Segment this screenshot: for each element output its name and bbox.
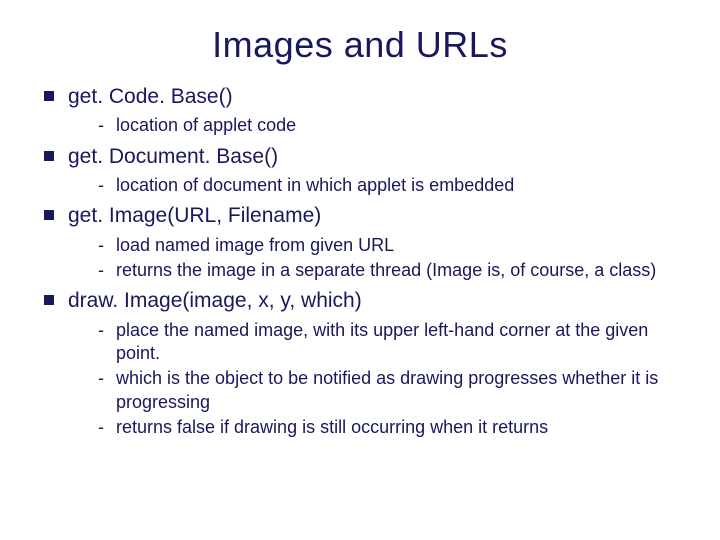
item-text: get. Document. Base() (68, 145, 278, 168)
sub-list: place the named image, with its upper le… (98, 319, 680, 440)
sub-item: location of applet code (98, 114, 680, 137)
bullet-list: get. Code. Base() location of applet cod… (40, 84, 680, 440)
sub-item: location of document in which applet is … (98, 174, 680, 197)
sub-item: load named image from given URL (98, 234, 680, 257)
item-text: get. Image(URL, Filename) (68, 204, 321, 227)
sub-list: location of applet code (98, 114, 680, 137)
sub-list: location of document in which applet is … (98, 174, 680, 197)
item-text: draw. Image(image, x, y, which) (68, 289, 362, 312)
list-item: get. Code. Base() location of applet cod… (40, 84, 680, 138)
slide-title: Images and URLs (40, 24, 680, 66)
sub-list: load named image from given URL returns … (98, 234, 680, 283)
item-text: get. Code. Base() (68, 85, 233, 108)
list-item: get. Image(URL, Filename) load named ima… (40, 203, 680, 282)
list-item: get. Document. Base() location of docume… (40, 144, 680, 198)
slide: Images and URLs get. Code. Base() locati… (0, 0, 720, 466)
sub-item: returns false if drawing is still occurr… (98, 416, 680, 439)
sub-item: place the named image, with its upper le… (98, 319, 680, 366)
sub-item: which is the object to be notified as dr… (98, 367, 680, 414)
sub-item: returns the image in a separate thread (… (98, 259, 680, 282)
list-item: draw. Image(image, x, y, which) place th… (40, 288, 680, 439)
